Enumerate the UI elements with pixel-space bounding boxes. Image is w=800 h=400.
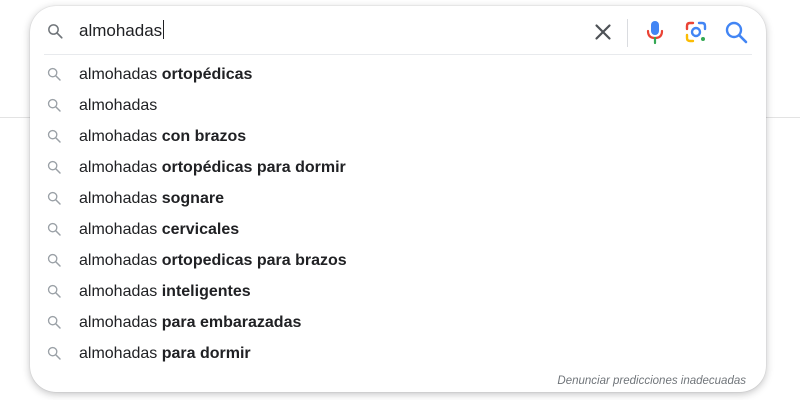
suggestion-prefix: almohadas [79, 66, 158, 83]
suggestion-item[interactable]: almohadas inteligentes [30, 276, 766, 307]
suggestion-completion: inteligentes [157, 283, 251, 300]
microphone-icon[interactable] [642, 18, 668, 46]
report-predictions-link[interactable]: Denunciar predicciones inadecuadas [557, 375, 746, 387]
suggestion-text: almohadas con brazos [79, 128, 246, 146]
suggestion-text: almohadas para dormir [79, 345, 251, 363]
suggestion-prefix: almohadas [79, 159, 158, 176]
suggestion-prefix: almohadas [79, 252, 158, 269]
suggestion-text: almohadas ortopédicas [79, 66, 252, 84]
search-icon [47, 346, 61, 360]
suggestion-prefix: almohadas [79, 97, 158, 114]
search-autocomplete-box: almohadas almohadas ortopédicas almohada… [30, 6, 766, 392]
suggestion-completion: con brazos [157, 128, 247, 145]
suggestion-text: almohadas ortopedicas para brazos [79, 252, 347, 270]
search-icon [47, 191, 61, 205]
suggestion-item[interactable]: almohadas para dormir [30, 338, 766, 369]
search-icon [47, 67, 61, 81]
search-icon [47, 98, 61, 112]
suggestion-text: almohadas sognare [79, 190, 224, 208]
suggestion-prefix: almohadas [79, 314, 158, 331]
suggestion-text: almohadas ortopédicas para dormir [79, 159, 346, 177]
suggestion-text: almohadas inteligentes [79, 283, 251, 301]
search-icon [47, 315, 61, 329]
search-input[interactable]: almohadas [79, 20, 165, 42]
search-icon [47, 160, 61, 174]
input-actions-divider [627, 19, 628, 47]
suggestion-item[interactable]: almohadas ortopedicas para brazos [30, 245, 766, 276]
text-caret [163, 20, 165, 39]
search-input-row[interactable]: almohadas [30, 6, 766, 56]
suggestion-prefix: almohadas [79, 345, 158, 362]
suggestion-prefix: almohadas [79, 283, 158, 300]
search-query-text: almohadas [79, 21, 163, 40]
suggestion-completion: ortopédicas [157, 66, 253, 83]
suggestion-prefix: almohadas [79, 128, 158, 145]
suggestions-list: almohadas ortopédicas almohadas almohada… [30, 59, 766, 369]
suggestion-completion: ortopedicas para brazos [157, 252, 347, 269]
search-submit-icon[interactable] [722, 18, 750, 46]
suggestion-completion: cervicales [157, 221, 240, 238]
search-icon [48, 24, 63, 39]
google-lens-icon[interactable] [682, 18, 710, 46]
input-suggestions-divider [44, 54, 752, 55]
search-icon [47, 284, 61, 298]
search-icon [47, 129, 61, 143]
suggestion-item[interactable]: almohadas [30, 90, 766, 121]
suggestion-text: almohadas cervicales [79, 221, 239, 239]
suggestion-text: almohadas para embarazadas [79, 314, 301, 332]
suggestion-item[interactable]: almohadas para embarazadas [30, 307, 766, 338]
suggestion-item[interactable]: almohadas ortopédicas para dormir [30, 152, 766, 183]
suggestion-completion: para embarazadas [157, 314, 302, 331]
search-icon [47, 222, 61, 236]
search-icon [47, 253, 61, 267]
suggestion-item[interactable]: almohadas sognare [30, 183, 766, 214]
suggestion-completion: sognare [157, 190, 224, 207]
suggestion-item[interactable]: almohadas ortopédicas [30, 59, 766, 90]
suggestion-prefix: almohadas [79, 190, 158, 207]
suggestion-completion: para dormir [157, 345, 251, 362]
suggestion-prefix: almohadas [79, 221, 158, 238]
suggestion-item[interactable]: almohadas cervicales [30, 214, 766, 245]
suggestion-text: almohadas [79, 97, 157, 115]
suggestion-item[interactable]: almohadas con brazos [30, 121, 766, 152]
close-icon[interactable] [590, 19, 616, 45]
suggestion-completion: ortopédicas para dormir [157, 159, 346, 176]
